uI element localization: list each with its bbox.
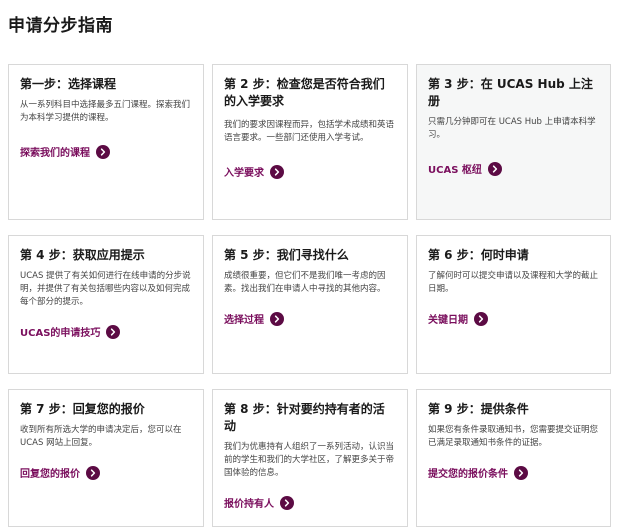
submit-offer-conditions-link[interactable]: 提交您的报价条件: [428, 465, 528, 480]
chevron-right-circle-icon: [86, 465, 100, 480]
ucas-hub-link[interactable]: UCAS 枢纽: [428, 161, 502, 176]
link-label: 提交您的报价条件: [428, 469, 508, 480]
chevron-right-circle-icon: [270, 311, 284, 326]
link-label: UCAS的申请技巧: [20, 328, 101, 339]
card-title: 第 4 步：获取应用提示: [20, 248, 145, 262]
guide-grid: 第一步：选择课程 从一系列科目中选择最多五门课程。探索我们为本科学习提供的课程。…: [8, 64, 611, 527]
chevron-right-circle-icon: [270, 164, 284, 179]
card-title: 第 8 步：针对要约持有者的活动: [224, 402, 385, 433]
card-title: 第一步：选择课程: [20, 77, 117, 91]
card-title: 第 6 步：何时申请: [428, 248, 529, 262]
reply-to-offers-link[interactable]: 回复您的报价: [20, 465, 100, 480]
card-description: 我们为优惠持有人组织了一系列活动，认识当前的学生和我们的大学社区，了解更多关于帝…: [224, 442, 395, 478]
offer-holders-link[interactable]: 报价持有人: [224, 495, 294, 510]
entry-requirements-link[interactable]: 入学要求: [224, 164, 284, 179]
card-description: UCAS 提供了有关如何进行在线申请的分步说明，并提供了有关包括哪些内容以及如何…: [20, 271, 191, 307]
selection-process-link[interactable]: 选择过程: [224, 311, 284, 326]
key-dates-link[interactable]: 关键日期: [428, 311, 488, 326]
card-title: 第 7 步：回复您的报价: [20, 402, 145, 416]
chevron-right-circle-icon: [474, 311, 488, 326]
explore-courses-link[interactable]: 探索我们的课程: [20, 144, 110, 159]
link-label: 回复您的报价: [20, 469, 80, 480]
chevron-right-circle-icon: [487, 161, 502, 176]
card-description: 收到所有所选大学的申请决定后，您可以在 UCAS 网站上回复。: [20, 425, 182, 448]
chevron-right-circle-icon: [280, 495, 294, 510]
step-card-7: 第 7 步：回复您的报价 收到所有所选大学的申请决定后，您可以在 UCAS 网站…: [8, 389, 204, 527]
card-description: 只需几分钟即可在 UCAS Hub 上申请本科学习。: [428, 117, 596, 140]
step-card-1: 第一步：选择课程 从一系列科目中选择最多五门课程。探索我们为本科学习提供的课程。…: [8, 64, 204, 220]
card-description: 如果您有条件录取通知书，您需要提交证明您已满足录取通知书条件的证据。: [428, 425, 599, 448]
card-title: 第 2 步：检查您是否符合我们的入学要求: [224, 77, 385, 108]
link-label: UCAS 枢纽: [428, 165, 482, 176]
step-card-9: 第 9 步：提供条件 如果您有条件录取通知书，您需要提交证明您已满足录取通知书条…: [416, 389, 611, 527]
step-card-3: 第 3 步：在 UCAS Hub 上注册 只需几分钟即可在 UCAS Hub 上…: [416, 64, 611, 220]
card-title: 第 9 步：提供条件: [428, 402, 529, 416]
step-card-5: 第 5 步：我们寻找什么 成绩很重要，但它们不是我们唯一考虑的因素。找出我们在申…: [212, 235, 408, 374]
link-label: 探索我们的课程: [20, 148, 90, 159]
card-title: 第 3 步：在 UCAS Hub 上注册: [428, 77, 593, 108]
link-label: 报价持有人: [224, 499, 274, 510]
chevron-right-circle-icon: [514, 465, 528, 480]
page-title: 申请分步指南: [8, 16, 113, 36]
ucas-application-tips-link[interactable]: UCAS的申请技巧: [20, 324, 121, 339]
link-label: 入学要求: [224, 168, 264, 179]
card-description: 我们的要求因课程而异，包括学术成绩和英语语言要求。一些部门还使用入学考试。: [224, 120, 395, 143]
card-title: 第 5 步：我们寻找什么: [224, 248, 349, 262]
link-label: 关键日期: [428, 315, 468, 326]
step-card-4: 第 4 步：获取应用提示 UCAS 提供了有关如何进行在线申请的分步说明，并提供…: [8, 235, 204, 374]
step-card-2: 第 2 步：检查您是否符合我们的入学要求 我们的要求因课程而异，包括学术成绩和英…: [212, 64, 408, 220]
chevron-right-circle-icon: [106, 324, 121, 339]
card-description: 成绩很重要，但它们不是我们唯一考虑的因素。找出我们在申请人中寻找的其他内容。: [224, 271, 386, 294]
card-description: 从一系列科目中选择最多五门课程。探索我们为本科学习提供的课程。: [20, 100, 191, 123]
chevron-right-circle-icon: [96, 144, 110, 159]
card-description: 了解何时可以提交申请以及课程和大学的截止日期。: [428, 271, 599, 294]
link-label: 选择过程: [224, 315, 264, 326]
step-card-8: 第 8 步：针对要约持有者的活动 我们为优惠持有人组织了一系列活动，认识当前的学…: [212, 389, 408, 527]
step-card-6: 第 6 步：何时申请 了解何时可以提交申请以及课程和大学的截止日期。 关键日期: [416, 235, 611, 374]
